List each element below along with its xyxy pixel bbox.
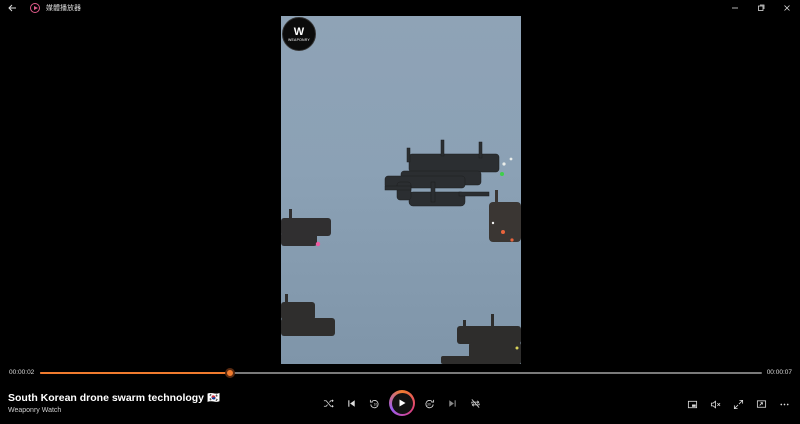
video-frame[interactable]: [281, 16, 521, 364]
minimize-icon[interactable]: [722, 0, 748, 16]
more-options-icon[interactable]: [773, 394, 796, 414]
total-duration: 00:00:07: [766, 369, 792, 376]
seek-bar-thumb[interactable]: [224, 368, 235, 378]
transport-bar: 00:00:02 00:00:07 South Korean drone swa…: [0, 364, 800, 424]
playback-controls: 10 30: [317, 390, 487, 416]
media-artist: Weaponry Watch: [8, 407, 62, 414]
rewind-10-icon[interactable]: 10: [364, 392, 386, 414]
volume-icon[interactable]: [704, 394, 727, 414]
cast-icon[interactable]: [750, 394, 773, 414]
fullscreen-icon[interactable]: [727, 394, 750, 414]
seek-bar[interactable]: [40, 368, 762, 378]
next-icon[interactable]: [442, 392, 464, 414]
channel-watermark-logo: W WEAPONRY: [282, 17, 316, 51]
svg-text:10: 10: [374, 402, 378, 406]
seek-bar-progress: [40, 372, 230, 374]
play-icon: [391, 392, 413, 414]
svg-text:30: 30: [427, 402, 431, 406]
app-title: 媒體播放器: [46, 4, 81, 12]
play-button[interactable]: [389, 390, 415, 416]
secondary-controls: [681, 394, 796, 414]
back-arrow-icon[interactable]: [0, 0, 24, 16]
miniplayer-icon[interactable]: [681, 394, 704, 414]
previous-icon[interactable]: [341, 392, 363, 414]
maximize-icon[interactable]: [748, 0, 774, 16]
shuffle-icon[interactable]: [318, 392, 340, 414]
window-controls: [722, 0, 800, 16]
video-content: [281, 139, 521, 364]
current-time: 00:00:02: [9, 369, 35, 376]
close-icon[interactable]: [774, 0, 800, 16]
video-stage[interactable]: W WEAPONRY: [0, 16, 800, 364]
media-title: South Korean drone swarm technology 🇰🇷: [8, 392, 221, 404]
repeat-off-icon[interactable]: [465, 392, 487, 414]
title-bar: 媒體播放器: [0, 0, 800, 16]
forward-30-icon[interactable]: 30: [419, 392, 441, 414]
media-player-app-icon: [30, 3, 40, 13]
